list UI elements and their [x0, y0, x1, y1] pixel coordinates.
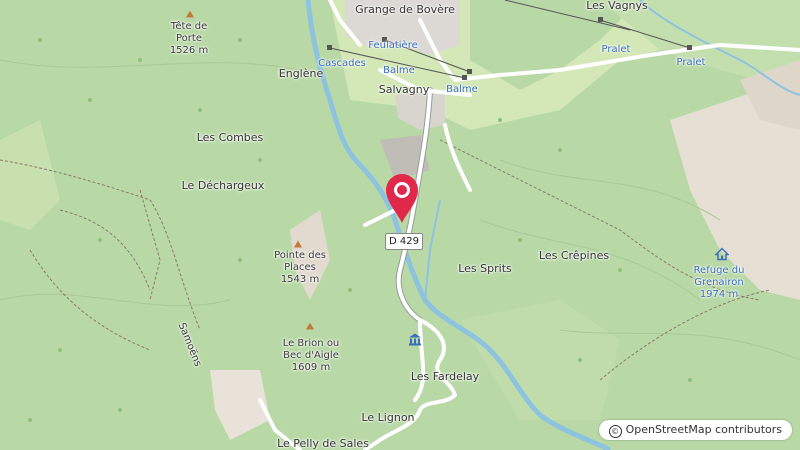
pointe-des-places-name: Pointe des Places: [274, 250, 326, 273]
label-le-lignon: Le Lignon: [361, 411, 415, 424]
tete-de-porte-name: Tête de Porte: [170, 21, 208, 44]
label-pointe-des-places: Pointe des Places 1543 m: [265, 250, 335, 286]
peak-icon: [186, 10, 194, 18]
label-les-fardelay: Les Fardelay: [410, 370, 480, 383]
alpine-hut-icon[interactable]: [714, 246, 730, 265]
label-balme-lift: Balme: [383, 65, 415, 76]
museum-icon[interactable]: [408, 332, 422, 351]
refuge-name: Refuge du Grenairon: [693, 265, 745, 288]
label-cascades: Cascades: [318, 58, 366, 69]
label-le-dechargeux: Le Déchargeux: [181, 179, 265, 192]
peak-icon: [294, 240, 302, 248]
label-salvagny: Salvagny: [378, 83, 430, 96]
attribution-text[interactable]: OpenStreetMap contributors: [626, 423, 782, 436]
peak-icon: [306, 322, 314, 330]
refuge-elevation: 1974 m: [699, 289, 739, 300]
label-tete-de-porte: Tête de Porte 1526 m: [159, 21, 219, 57]
attribution-badge[interactable]: © OpenStreetMap contributors: [598, 420, 792, 440]
label-refuge-grenairon: Refuge du Grenairon 1974 m: [684, 265, 754, 301]
label-les-sprits: Les Sprits: [458, 262, 512, 275]
label-les-combes: Les Combes: [196, 131, 264, 144]
location-pin-icon[interactable]: [384, 172, 420, 224]
pointe-des-places-elevation: 1543 m: [280, 274, 320, 285]
label-englene: Englène: [278, 67, 324, 80]
label-le-brion: Le Brion ou Bec d'Aigle 1609 m: [280, 338, 342, 374]
label-pralet-lift: Pralet: [601, 44, 631, 55]
copyright-icon: ©: [608, 425, 622, 438]
label-pralet-lift-2: Pralet: [676, 57, 706, 68]
label-les-crepines: Les Crêpines: [538, 249, 610, 262]
le-brion-elevation: 1609 m: [291, 362, 331, 373]
tete-de-porte-elevation: 1526 m: [169, 45, 209, 56]
road-shield-d429: D 429: [385, 233, 423, 250]
label-grange-de-bovere: Grange de Bovère: [355, 3, 455, 16]
label-le-pelly-de-sales: Le Pelly de Sales: [277, 437, 369, 450]
le-brion-name: Le Brion ou Bec d'Aigle: [282, 338, 340, 361]
label-feulatiere: Feulatière: [368, 40, 418, 51]
label-balme-lift-2: Balme: [446, 84, 478, 95]
label-les-vagnys: Les Vagnys: [586, 0, 648, 12]
map-canvas[interactable]: Grange de Bovère Les Vagnys Feulatière B…: [0, 0, 800, 450]
